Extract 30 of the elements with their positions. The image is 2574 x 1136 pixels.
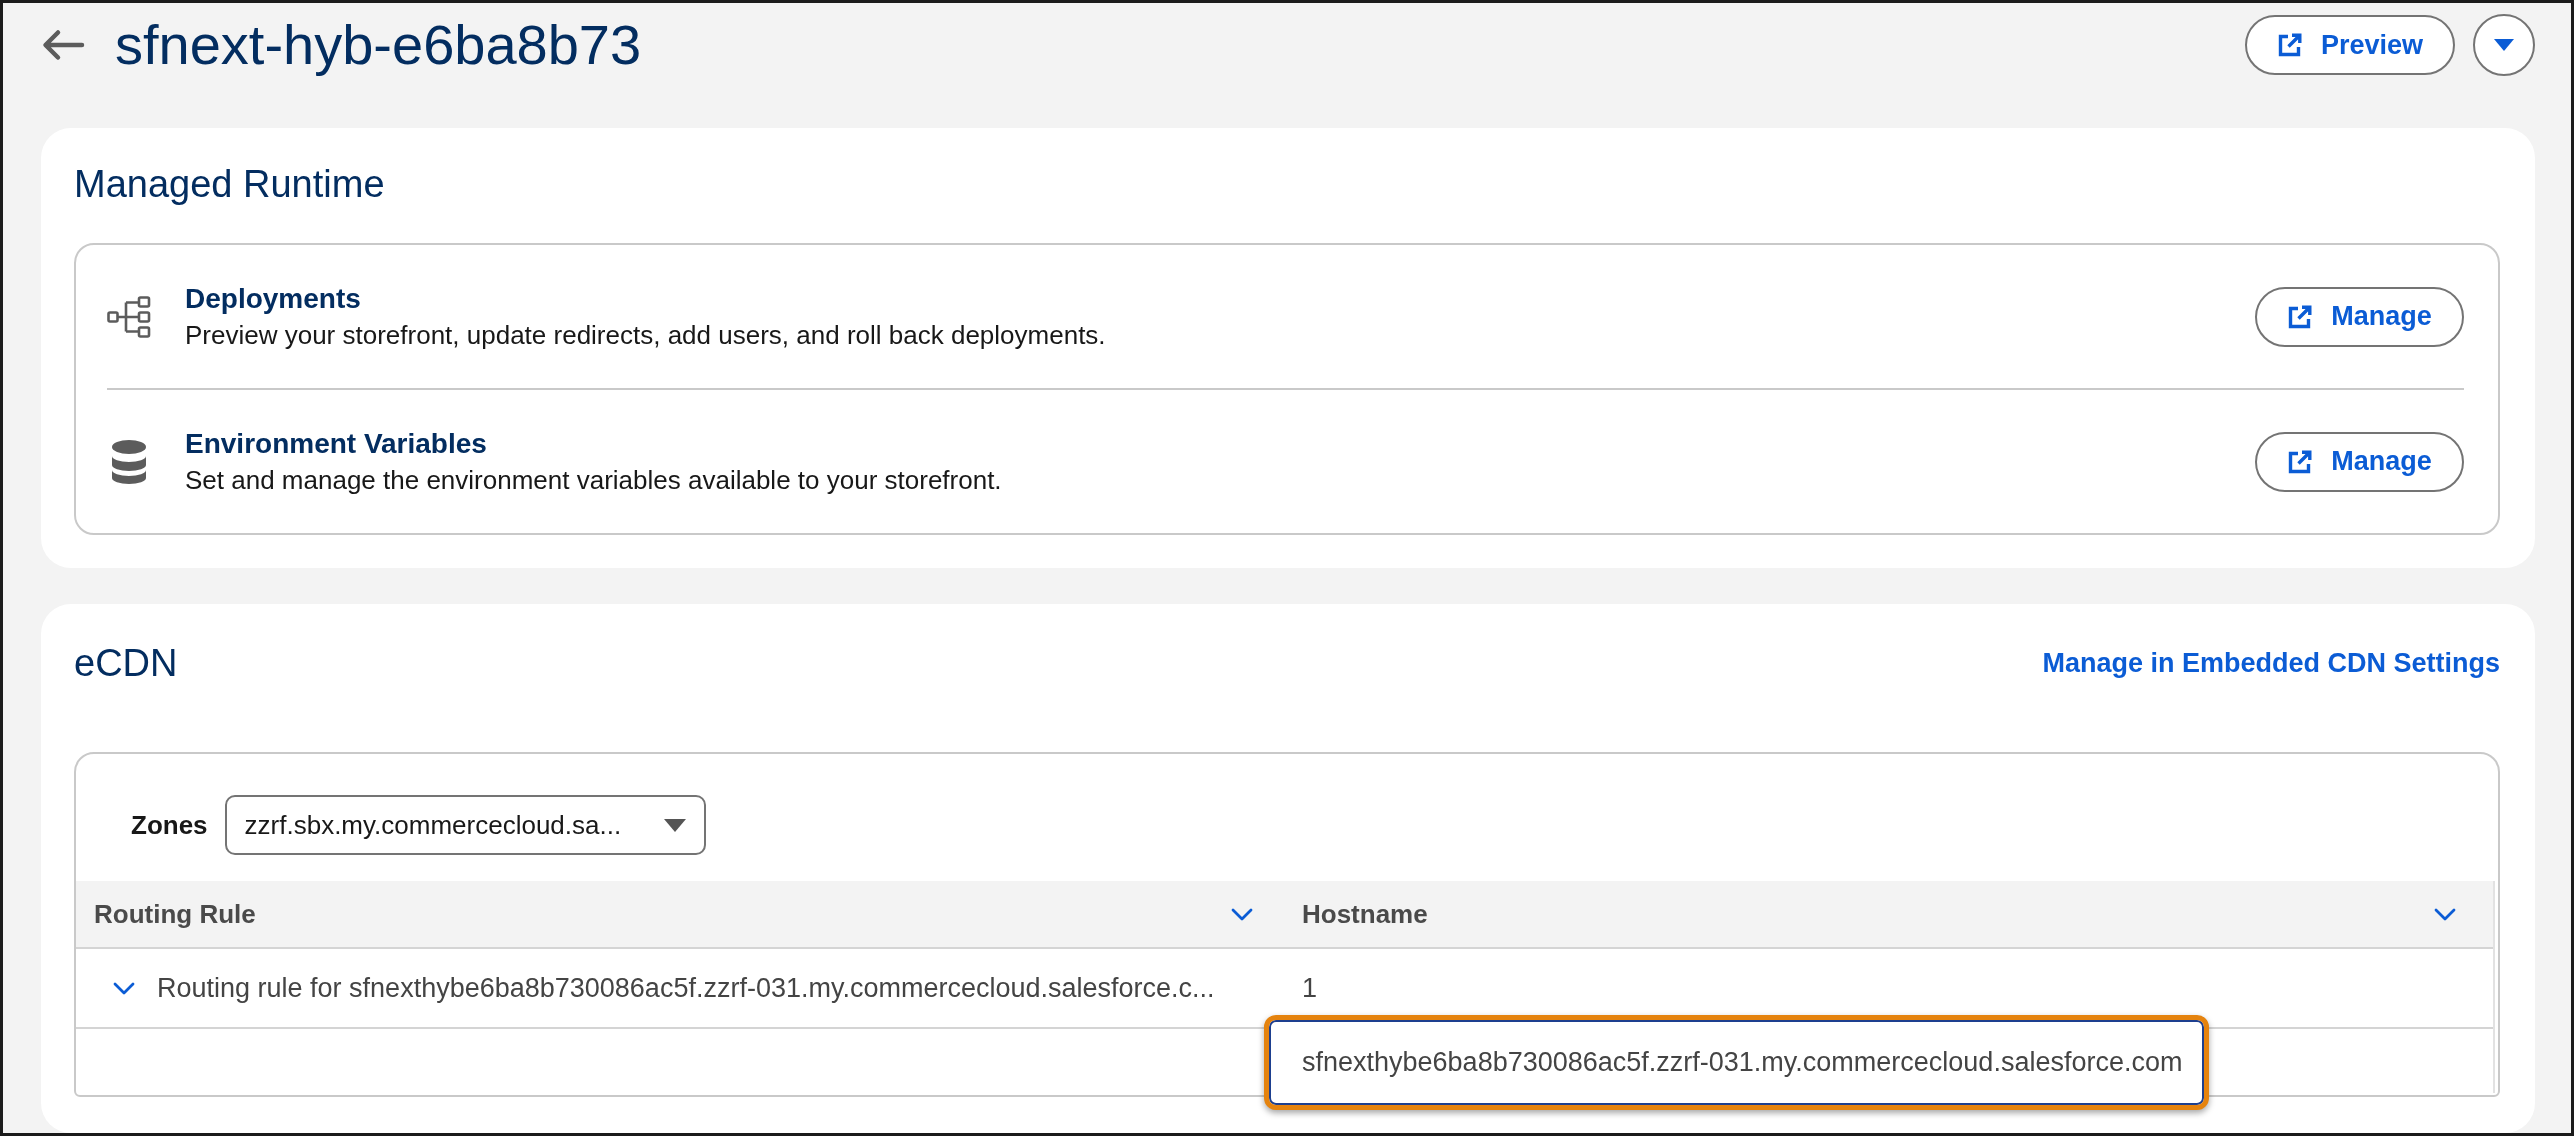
zones-label: Zones xyxy=(131,809,208,841)
table-cell: Routing rule for sfnexthybe6ba8b730086ac5f.zzrf-031.my.commercecloud.salesforce.c... xyxy=(157,972,1215,1004)
column-header: Routing Rule xyxy=(94,898,256,930)
caret-down-icon xyxy=(2494,39,2514,51)
page-title: sfnext-hyb-e6ba8b73 xyxy=(115,15,643,75)
table-cell: sfnexthybe6ba8b730086ac5f.zzrf-031.my.commercecloud.salesforce.com xyxy=(1302,1047,2183,1078)
preview-button[interactable]: Preview xyxy=(2245,15,2455,75)
external-link-icon xyxy=(2287,303,2314,330)
service-description: Preview your storefront, update redirects, add users, and roll back deployments. xyxy=(185,318,1106,352)
database-icon xyxy=(111,438,147,485)
manage-button[interactable]: Manage xyxy=(2255,286,2464,347)
table-cell: 1 xyxy=(1302,972,1318,1004)
chevron-down-icon[interactable] xyxy=(1231,907,1253,921)
zones-select[interactable]: zzrf.sbx.my.commercecloud.sa... xyxy=(224,795,706,855)
hierarchy-icon xyxy=(107,295,151,338)
chevron-down-icon[interactable] xyxy=(2434,907,2456,921)
caret-down-icon xyxy=(663,818,686,832)
section-title: Managed Runtime xyxy=(74,162,386,206)
service-title: Environment Variables xyxy=(185,426,487,461)
external-link-icon xyxy=(2276,32,2303,58)
back-button[interactable] xyxy=(41,29,85,61)
column-header: Hostname xyxy=(1302,898,1428,930)
back-arrow-icon xyxy=(41,29,85,61)
service-description: Set and manage the environment variables available to your storefront. xyxy=(185,463,1002,497)
external-link-icon xyxy=(2287,448,2314,475)
chevron-down-icon[interactable] xyxy=(113,981,135,995)
cdn-settings-link[interactable]: Manage in Embedded CDN Settings xyxy=(2042,647,2500,679)
manage-button[interactable]: Manage xyxy=(2255,431,2464,492)
service-title: Deployments xyxy=(185,281,361,316)
section-title: eCDN xyxy=(74,641,178,685)
